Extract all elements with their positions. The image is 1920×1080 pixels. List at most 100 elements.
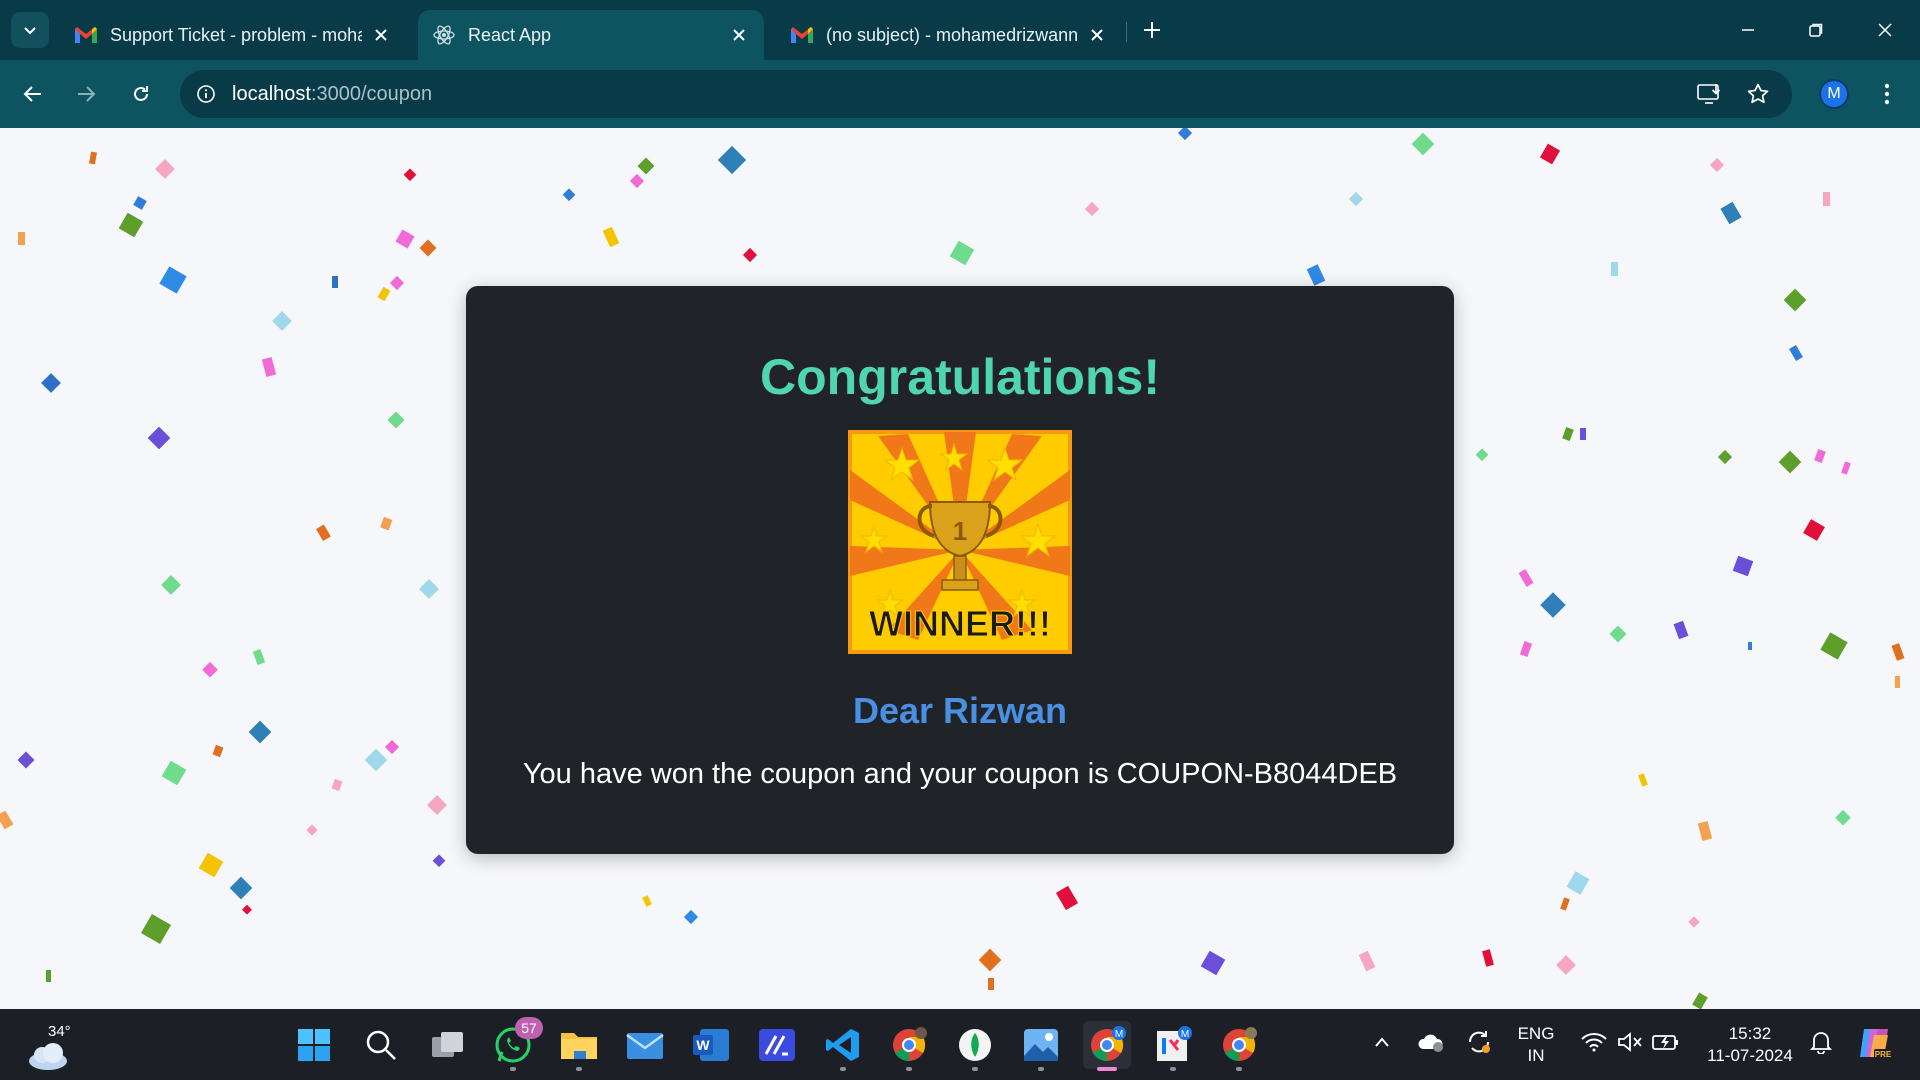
windows-start-icon <box>298 1029 330 1061</box>
running-indicator <box>1236 1067 1242 1071</box>
mail-icon <box>626 1033 664 1059</box>
taskbar-chrome[interactable] <box>885 1021 933 1071</box>
clock-time: 15:32 <box>1728 1024 1772 1043</box>
trophy-number: 1 <box>953 516 967 546</box>
tab-title: (no subject) - mohamedrizwann <box>826 24 1078 45</box>
running-indicator <box>1038 1067 1044 1071</box>
close-window-button[interactable] <box>1862 12 1908 48</box>
start-button[interactable] <box>290 1021 338 1069</box>
running-indicator <box>906 1067 912 1071</box>
taskbar-chrome-active[interactable]: M <box>1083 1021 1131 1071</box>
clock[interactable]: 15:32 11-07-2024 <box>1696 1023 1804 1067</box>
chrome-icon <box>893 1027 927 1062</box>
onedrive-cloud-icon <box>1418 1034 1443 1052</box>
wifi-icon <box>1581 1033 1607 1052</box>
volume-muted-icon <box>1618 1032 1642 1052</box>
running-indicator <box>576 1067 582 1071</box>
chrome-icon: M <box>1091 1026 1126 1062</box>
language-code: ENG <box>1517 1024 1555 1043</box>
chevron-down-icon <box>24 27 36 35</box>
chevron-up-icon <box>1375 1037 1389 1047</box>
battery-tray[interactable] <box>1650 1027 1682 1057</box>
profile-avatar[interactable]: M <box>1819 79 1849 109</box>
new-tab-button[interactable] <box>1136 14 1168 46</box>
notifications-button[interactable] <box>1806 1027 1836 1057</box>
show-hidden-icons-button[interactable] <box>1370 1027 1394 1057</box>
battery-charging-icon <box>1652 1035 1678 1050</box>
taskbar-mail[interactable] <box>621 1021 669 1069</box>
bookmark-star-icon[interactable] <box>1742 78 1774 110</box>
wifi-tray[interactable] <box>1578 1027 1610 1057</box>
task-view-icon <box>432 1032 463 1057</box>
cloud-icon <box>29 1043 67 1070</box>
svg-text:M: M <box>1181 1029 1189 1040</box>
close-tab-icon[interactable] <box>370 24 392 46</box>
running-indicator <box>972 1067 978 1071</box>
sync-tray[interactable] <box>1464 1027 1494 1057</box>
restore-icon <box>1809 23 1823 37</box>
address-bar[interactable]: localhost:3000/coupon <box>180 70 1792 118</box>
site-info-icon[interactable] <box>194 82 218 106</box>
sync-icon <box>1468 1031 1490 1053</box>
svg-text:W: W <box>696 1037 710 1053</box>
taskbar-search-button[interactable] <box>357 1021 405 1069</box>
browser-menu-button[interactable] <box>1872 77 1902 111</box>
taskbar-mongodb-compass[interactable] <box>951 1021 999 1071</box>
arrow-right-icon <box>78 86 96 102</box>
tab-react-app[interactable]: React App <box>418 10 764 60</box>
svg-text:M: M <box>1115 1029 1123 1040</box>
search-icon <box>366 1030 396 1060</box>
taskbar-vscode[interactable] <box>819 1021 867 1071</box>
browser-toolbar: localhost:3000/coupon M <box>0 60 1920 128</box>
arrow-left-icon <box>23 86 41 102</box>
winner-trophy-badge: 1 WINNER!!! <box>848 430 1072 654</box>
minimize-button[interactable] <box>1725 12 1771 48</box>
tab-search-button[interactable] <box>11 12 49 48</box>
folder-icon <box>561 1033 597 1059</box>
gmail-icon <box>790 23 814 47</box>
tab-title: Support Ticket - problem - mohamedrizwan <box>110 24 362 45</box>
tab-title: React App <box>468 24 552 45</box>
running-indicator <box>840 1067 846 1071</box>
language-indicator[interactable]: ENG IN <box>1510 1023 1562 1067</box>
taskbar-whatsapp[interactable]: 57 <box>489 1017 543 1071</box>
onedrive-tray[interactable] <box>1416 1027 1446 1057</box>
svg-text:PRE: PRE <box>1875 1050 1892 1059</box>
back-button[interactable] <box>13 74 53 114</box>
running-indicator <box>510 1067 516 1071</box>
coupon-message: You have won the coupon and your coupon … <box>522 758 1398 790</box>
close-tab-icon[interactable] <box>728 24 750 46</box>
taskbar-intellij[interactable]: M <box>1149 1021 1197 1071</box>
taskbar-chrome-profile[interactable] <box>1215 1021 1263 1071</box>
tab-separator <box>1126 22 1127 42</box>
page-viewport: Congratulations! 1 WINNER!!! Dear Rizwan… <box>0 128 1920 1009</box>
task-view-button[interactable] <box>424 1021 472 1069</box>
url-path: :3000/coupon <box>310 82 433 105</box>
volume-tray[interactable] <box>1614 1027 1646 1057</box>
forward-button[interactable] <box>66 74 106 114</box>
visual-studio-icon <box>759 1029 795 1061</box>
weather-widget[interactable]: 34° <box>26 1021 76 1071</box>
tab-strip: Support Ticket - problem - mohamedrizwan… <box>0 0 1920 60</box>
react-icon <box>432 23 456 47</box>
bell-icon <box>1810 1032 1832 1054</box>
restore-button[interactable] <box>1793 12 1839 48</box>
running-indicator <box>1170 1067 1176 1071</box>
url-host: localhost <box>232 82 311 105</box>
clock-date: 11-07-2024 <box>1707 1046 1793 1065</box>
plus-icon <box>1144 22 1160 38</box>
taskbar-visual-studio[interactable] <box>753 1021 801 1069</box>
tab-no-subject[interactable]: (no subject) - mohamedrizwann <box>776 10 1122 60</box>
taskbar-word[interactable]: W <box>687 1021 735 1069</box>
copilot-button[interactable]: PRE <box>1854 1023 1894 1063</box>
reload-button[interactable] <box>121 74 161 114</box>
url-text: localhost:3000/coupon <box>232 83 432 106</box>
copilot-icon: PRE <box>1860 1029 1892 1059</box>
winner-text: WINNER!!! <box>869 603 1051 644</box>
photos-icon <box>1024 1029 1058 1061</box>
taskbar-file-explorer[interactable] <box>555 1021 603 1071</box>
tab-support-ticket[interactable]: Support Ticket - problem - mohamedrizwan <box>60 10 406 60</box>
taskbar-photos[interactable] <box>1017 1021 1065 1071</box>
install-app-icon[interactable] <box>1694 78 1726 110</box>
close-tab-icon[interactable] <box>1086 24 1108 46</box>
